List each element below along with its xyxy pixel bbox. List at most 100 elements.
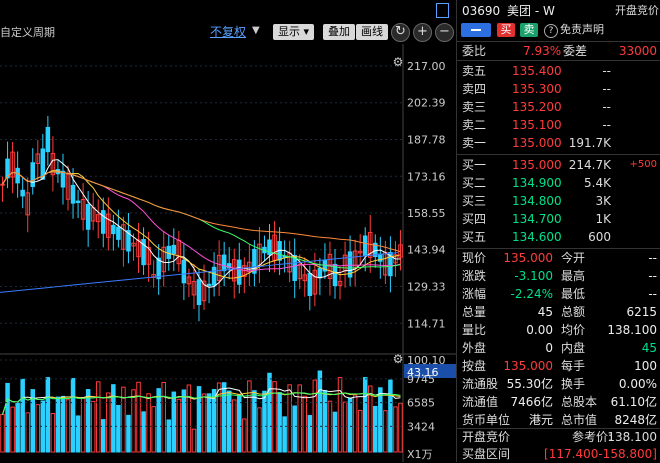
stat-row: 总量 45 总额 6215: [457, 303, 660, 321]
range-label: 买盘区间: [462, 447, 511, 461]
bid-row[interactable]: 买四 134.700 1K: [457, 210, 660, 228]
bid-price: 134.800: [512, 194, 562, 208]
stat-label: 总市值: [561, 413, 598, 427]
zoom-in-icon[interactable]: +: [413, 23, 432, 42]
volume-bar: [317, 370, 323, 453]
bid-row[interactable]: 买五 134.600 600: [457, 228, 660, 246]
bid-row[interactable]: 买一 135.000 214.7K +500: [457, 156, 660, 174]
bid-volume: 3K: [595, 194, 611, 208]
refresh-icon[interactable]: ↻: [391, 23, 410, 42]
candle-body: [30, 162, 36, 187]
candle-body: [75, 200, 81, 204]
stat-row: 涨跌 -3.100 最高 --: [457, 267, 660, 285]
sell-button[interactable]: 卖: [520, 23, 538, 37]
bid-delta: +500: [629, 159, 657, 170]
stat-value: 135.000: [503, 251, 553, 265]
ask-volume: --: [602, 82, 611, 96]
ask-row[interactable]: 卖二 135.100 --: [457, 116, 660, 134]
stat-row: 涨幅 -2.24% 最低 --: [457, 285, 660, 303]
stat-label: 今开: [561, 251, 586, 265]
bid-row[interactable]: 买三 134.800 3K: [457, 192, 660, 210]
settings-icon: ⚙: [393, 55, 404, 69]
candle-body: [211, 266, 217, 286]
stat-label: 均价: [561, 323, 586, 337]
candle-body: [171, 244, 177, 255]
ask-row[interactable]: 卖五 135.400 --: [457, 62, 660, 80]
weicha-value: 33000: [618, 44, 657, 58]
stat-row: 量比 0.00 均价 138.100: [457, 321, 660, 339]
overlay-button[interactable]: 叠加: [323, 24, 355, 40]
adjust-dropdown[interactable]: 不复权: [210, 23, 246, 40]
ask-row[interactable]: 卖一 135.000 191.7K: [457, 134, 660, 152]
ask-price: 135.100: [512, 118, 562, 132]
bid-price: 135.000: [512, 158, 562, 172]
volume-bar: [362, 377, 368, 453]
zoom-out-icon[interactable]: −: [435, 23, 454, 42]
volume-bar: [75, 415, 81, 453]
bid-price: 134.600: [512, 230, 562, 244]
ask-row[interactable]: 卖四 135.300 --: [457, 80, 660, 98]
volume-bar: [126, 414, 131, 453]
stat-label: 总股本: [561, 395, 598, 409]
bid-volume: 5.4K: [584, 176, 611, 190]
bid-row[interactable]: 买二 134.900 5.4K: [457, 174, 660, 192]
volume-tick-label: 9745: [407, 373, 435, 386]
volume-bar: [322, 390, 328, 453]
ask-label: 卖三: [462, 100, 487, 114]
candle-body: [166, 245, 172, 259]
bid-volume: 1K: [595, 212, 611, 226]
ask-label: 卖四: [462, 82, 487, 96]
volume-bar: [55, 396, 61, 453]
ask-price: 135.400: [512, 64, 562, 78]
volume-bar: [388, 379, 393, 453]
volume-bar: [5, 382, 10, 453]
ref-price-value: 138.100: [607, 430, 657, 444]
stat-label: 换手: [561, 377, 586, 391]
stat-value: -3.100: [514, 269, 553, 283]
stat-value: 7466亿: [510, 395, 553, 409]
volume-bar: [307, 414, 313, 453]
bid-volume: 214.7K: [568, 158, 611, 172]
price-tick-label: 217.00: [407, 60, 446, 73]
help-icon[interactable]: ?: [544, 24, 558, 38]
volume-bar: [196, 386, 202, 453]
price-tick-label: 158.55: [407, 207, 446, 220]
volume-bar: [267, 372, 272, 453]
ask-row[interactable]: 卖三 135.200 --: [457, 98, 660, 116]
volume-bar: [373, 405, 378, 453]
stat-label: 内盘: [561, 341, 586, 355]
volume-bar: [292, 405, 297, 453]
price-tick-label: 129.33: [407, 280, 446, 293]
panel-toggle-icon[interactable]: [436, 3, 449, 18]
volume-bar: [237, 394, 242, 453]
ask-price: 135.200: [512, 100, 562, 114]
period-label[interactable]: 自定义周期: [0, 24, 55, 40]
stat-value: 0.00: [526, 323, 553, 337]
candle-body: [237, 259, 242, 285]
collapse-button[interactable]: [461, 23, 491, 37]
ask-volume: --: [602, 64, 611, 78]
display-button[interactable]: 显示 ▾: [273, 24, 315, 40]
stat-value: 6215: [626, 305, 657, 319]
candle-body: [70, 184, 76, 204]
volume-bar: [101, 419, 106, 453]
volume-tick-label: 6585: [407, 397, 435, 410]
weicha-label: 委差: [563, 44, 588, 58]
volume-tick-label: 3424: [407, 420, 435, 433]
price-tick-label: 114.71: [407, 317, 446, 330]
bid-label: 买二: [462, 176, 487, 190]
volume-bar: [85, 389, 91, 453]
volume-bar: [262, 390, 267, 453]
price-tick-label: 202.39: [407, 97, 446, 110]
candle-body: [45, 126, 51, 153]
stat-value: 45: [641, 341, 657, 355]
disclaimer-link[interactable]: 免责声明: [560, 21, 604, 39]
volume-bar: [347, 397, 353, 453]
kline-chart[interactable]: 217.00 202.39 187.78 173.16 158.55 143.94 129.…: [0, 44, 456, 462]
candle-body: [111, 224, 116, 235]
draw-line-button[interactable]: 画线: [356, 24, 388, 40]
volume-bar: [60, 395, 66, 453]
chevron-down-icon[interactable]: ▼: [252, 25, 260, 36]
buy-button[interactable]: 买: [497, 23, 515, 37]
ask-label: 卖二: [462, 118, 487, 132]
